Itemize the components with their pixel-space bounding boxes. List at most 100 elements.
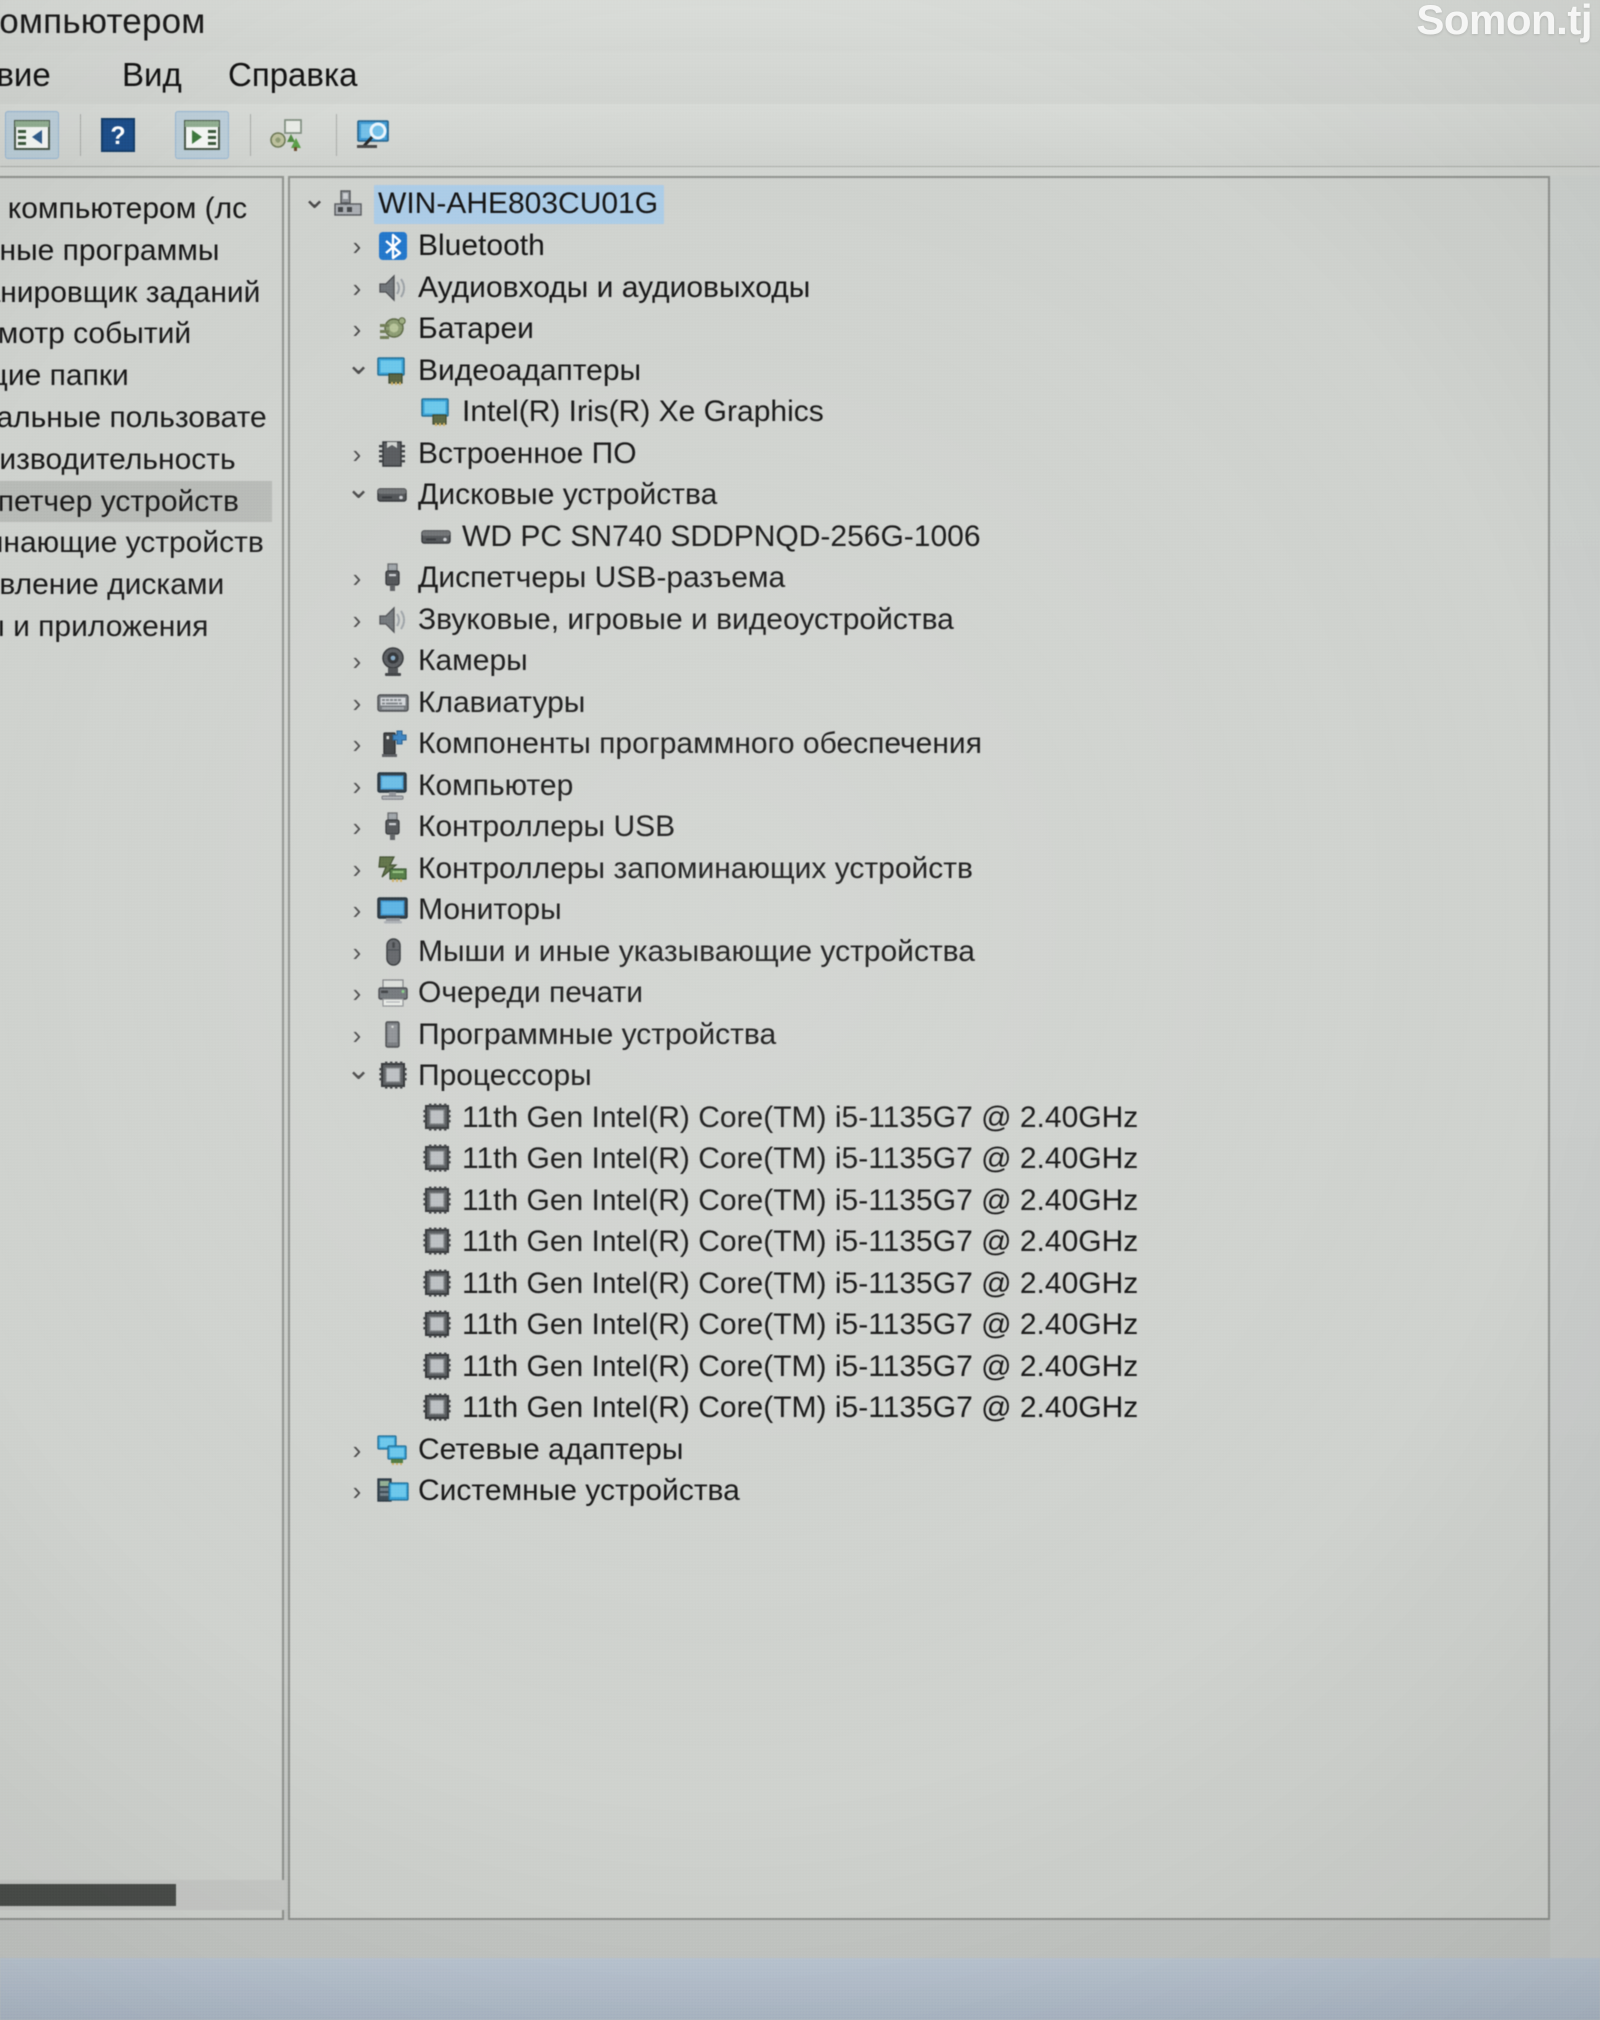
display-adapter-icon <box>376 355 410 387</box>
tree-node-intel-iris-xe[interactable]: Intel(R) Iris(R) Xe Graphics <box>290 392 1540 433</box>
sidebar-item-disk-management[interactable]: равление дисками <box>0 564 272 605</box>
sidebar-item-device-manager[interactable]: испетчер устройств <box>0 480 272 522</box>
chevron-right-icon[interactable]: › <box>346 1478 368 1504</box>
chevron-right-icon[interactable]: › <box>346 607 368 633</box>
desktop-background-bottom <box>0 1958 1600 2020</box>
scan-for-hardware-changes-button[interactable] <box>261 111 315 159</box>
tree-node-cpu-core-3[interactable]: 11th Gen Intel(R) Core(TM) i5-1135G7 @ 2… <box>290 1222 1540 1263</box>
tree-node-label: Клавиатуры <box>418 685 586 719</box>
chevron-right-icon[interactable]: › <box>346 980 368 1006</box>
tree-node-disk-drives[interactable]: ⌄ Дисковые устройства <box>290 474 1540 516</box>
storage-controller-icon <box>376 853 410 885</box>
tree-node-label: Компоненты программного обеспечения <box>418 727 982 760</box>
tree-node-network-adapters[interactable]: › Сетевые адаптеры <box>290 1429 1540 1470</box>
sidebar-item-event-viewer[interactable]: осмотр событий <box>0 313 272 354</box>
tree-node-computer[interactable]: › Компьютер <box>290 765 1540 806</box>
chevron-right-icon[interactable]: › <box>346 275 368 301</box>
tree-node-display-adapters[interactable]: ⌄ Видеоадаптеры <box>290 349 1540 391</box>
sidebar-item-label: ебные программы <box>0 233 220 267</box>
sidebar-item-label: ланировщик заданий <box>0 275 261 309</box>
sidebar-item-shared-folders[interactable]: бщие папки <box>0 355 272 396</box>
sidebar-horizontal-scrollbar-thumb[interactable] <box>0 1884 176 1906</box>
tree-node-label: 11th Gen Intel(R) Core(TM) i5-1135G7 @ 2… <box>462 1308 1139 1341</box>
tree-node-root[interactable]: ⌄ WIN-AHE803CU01G <box>290 183 1540 225</box>
sidebar-item-performance[interactable]: роизводительность <box>0 439 272 480</box>
menu-item-view[interactable]: Вид <box>122 56 182 94</box>
chevron-right-icon[interactable]: › <box>346 233 368 259</box>
menu-item-help[interactable]: Справка <box>228 56 357 94</box>
toolbar-separator <box>80 114 81 156</box>
help-button[interactable]: ? <box>91 111 145 159</box>
chevron-down-icon[interactable]: ⌄ <box>346 1055 371 1085</box>
tree-node-cameras[interactable]: › Камеры <box>290 641 1540 682</box>
console-tree-pane[interactable]: ие компьютером (лс ебные программы ланиров… <box>0 176 284 1920</box>
sidebar-item-services-applications[interactable]: бы и приложения <box>0 606 272 647</box>
properties-button[interactable] <box>345 111 399 159</box>
sidebar-item-task-scheduler[interactable]: ланировщик заданий <box>0 272 272 313</box>
tree-node-label: Контроллеры запоминающих устройств <box>418 851 973 885</box>
chevron-right-icon[interactable]: › <box>346 690 368 716</box>
sidebar-item-local-users-groups[interactable]: окальные пользовате <box>0 397 272 438</box>
tree-node-firmware[interactable]: › Встроенное ПО <box>290 433 1540 474</box>
sidebar-item-computer-management[interactable]: ие компьютером (лс <box>0 188 272 229</box>
chevron-right-icon[interactable]: › <box>346 648 368 674</box>
chevron-right-icon[interactable]: › <box>346 814 368 840</box>
tree-node-cpu-core-1[interactable]: 11th Gen Intel(R) Core(TM) i5-1135G7 @ 2… <box>290 1139 1540 1180</box>
tree-node-system-devices[interactable]: › Системные устройства <box>290 1471 1540 1512</box>
usb-connector-icon <box>376 811 410 843</box>
tree-node-print-queues[interactable]: › Очереди печати <box>290 973 1540 1014</box>
tree-node-storage-controllers[interactable]: › Контроллеры запоминающих устройств <box>290 848 1540 889</box>
chevron-right-icon[interactable]: › <box>346 1437 368 1463</box>
tree-node-label: Сетевые адаптеры <box>418 1432 684 1466</box>
tree-node-cpu-core-4[interactable]: 11th Gen Intel(R) Core(TM) i5-1135G7 @ 2… <box>290 1263 1540 1304</box>
chevron-right-icon[interactable]: › <box>346 441 368 467</box>
sidebar-item-system-tools[interactable]: ебные программы <box>0 230 272 271</box>
cpu-icon <box>420 1143 454 1175</box>
tree-node-bluetooth[interactable]: › Bluetooth <box>290 226 1540 267</box>
disk-drive-icon <box>420 521 454 553</box>
network-adapter-icon <box>376 1434 410 1466</box>
tree-node-label: Очереди печати <box>418 976 644 1009</box>
chevron-right-icon[interactable]: › <box>346 897 368 923</box>
tree-node-cpu-core-7[interactable]: 11th Gen Intel(R) Core(TM) i5-1135G7 @ 2… <box>290 1388 1540 1429</box>
tree-node-cpu-core-5[interactable]: 11th Gen Intel(R) Core(TM) i5-1135G7 @ 2… <box>290 1305 1540 1346</box>
tree-node-usb-connector-managers[interactable]: › Диспетчеры USB-разъема <box>290 558 1540 599</box>
chevron-right-icon[interactable]: › <box>346 316 368 342</box>
chevron-right-icon[interactable]: › <box>346 1022 368 1048</box>
tree-node-software-components[interactable]: › Компоненты программного обеспечения <box>290 724 1540 765</box>
tree-node-monitors[interactable]: › Мониторы <box>290 890 1540 931</box>
chevron-right-icon[interactable]: › <box>346 565 368 591</box>
chevron-down-icon[interactable]: ⌄ <box>346 474 371 504</box>
tree-node-cpu-core-2[interactable]: 11th Gen Intel(R) Core(TM) i5-1135G7 @ 2… <box>290 1180 1540 1221</box>
tree-node-audio-io[interactable]: › Аудиовходы и аудиовыходы <box>290 267 1540 308</box>
tree-node-mice[interactable]: › Мыши и иные указывающие устройства <box>290 931 1540 972</box>
tree-node-label: Программные устройства <box>418 1017 777 1051</box>
tree-node-software-devices[interactable]: › Программные устройства <box>290 1014 1540 1055</box>
back-navigation-button[interactable] <box>5 111 59 159</box>
disk-drive-icon <box>376 479 410 511</box>
tree-node-processors[interactable]: ⌄ Процессоры <box>290 1055 1540 1097</box>
chevron-down-icon[interactable]: ⌄ <box>346 349 371 380</box>
mouse-icon <box>376 936 410 968</box>
sidebar-item-storage[interactable]: минающие устройств <box>0 522 272 563</box>
tree-node-label: 11th Gen Intel(R) Core(TM) i5-1135G7 @ 2… <box>462 1183 1139 1217</box>
tree-node-sound-video-game[interactable]: › Звуковые, игровые и видеоустройства <box>290 599 1540 640</box>
tree-node-usb-controllers[interactable]: › Контроллеры USB <box>290 807 1540 848</box>
device-manager-tree-pane[interactable]: ⌄ WIN-AHE803CU01G › Bluetooth › Аудиовходы и … <box>288 176 1550 1920</box>
tree-node-keyboards[interactable]: › Клавиатуры <box>290 682 1540 723</box>
chevron-right-icon[interactable]: › <box>346 939 368 965</box>
tree-node-cpu-core-0[interactable]: 11th Gen Intel(R) Core(TM) i5-1135G7 @ 2… <box>290 1097 1540 1138</box>
tree-node-batteries[interactable]: › Батареи <box>290 309 1540 350</box>
chevron-down-icon[interactable]: ⌄ <box>302 183 327 214</box>
tree-node-cpu-core-6[interactable]: 11th Gen Intel(R) Core(TM) i5-1135G7 @ 2… <box>290 1346 1540 1387</box>
chevron-right-icon[interactable]: › <box>346 773 368 799</box>
monitor-icon <box>376 894 410 926</box>
chevron-right-icon[interactable]: › <box>346 856 368 882</box>
computer-root-icon <box>332 189 366 221</box>
show-hide-console-tree-button[interactable] <box>175 111 229 159</box>
cpu-icon <box>420 1102 454 1134</box>
tree-node-wd-sn740[interactable]: WD PC SN740 SDDPNQD-256G-1006 <box>290 516 1540 557</box>
menu-item-action[interactable]: тствие <box>0 56 51 94</box>
chevron-right-icon[interactable]: › <box>346 731 368 757</box>
toolbar: ? <box>0 104 1600 167</box>
